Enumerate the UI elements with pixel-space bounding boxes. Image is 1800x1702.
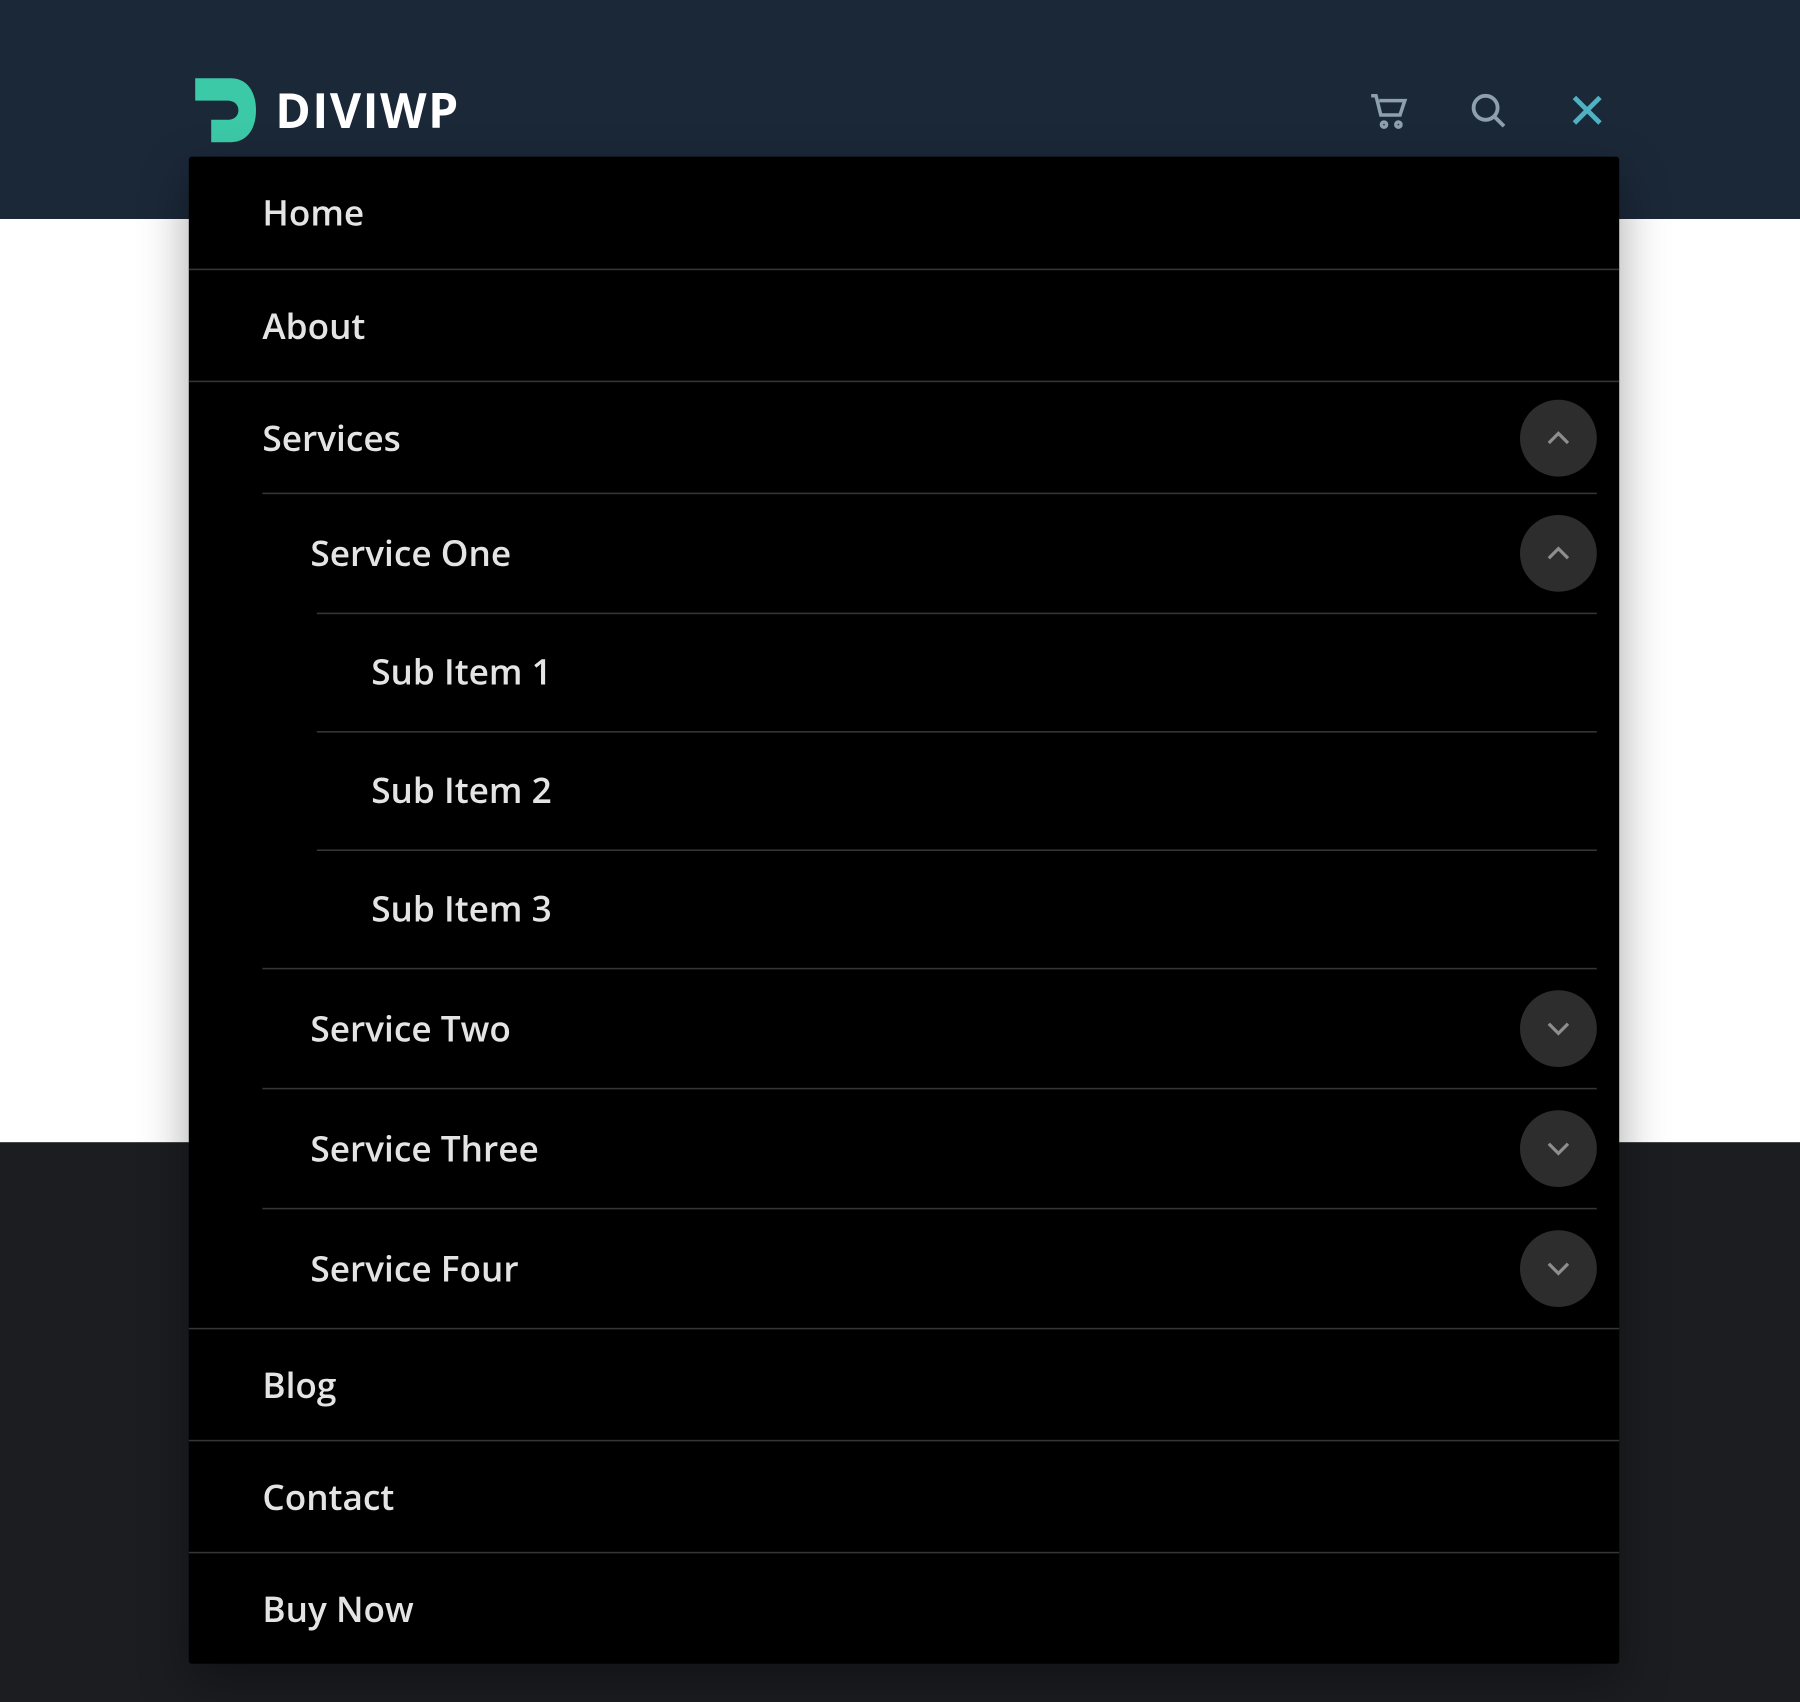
nav-item-label: About [256,301,372,349]
chevron-down-icon [1546,1020,1572,1036]
nav-item-contact[interactable]: Contact [189,1440,1619,1552]
nav-item-label: Home [256,189,371,237]
nav-item-label: Sub Item 3 [365,885,558,933]
chevron-up-icon [1546,545,1572,561]
nav-item-label: Sub Item 2 [365,766,558,814]
nav-item-label: Service Four [304,1244,525,1292]
search-icon[interactable] [1464,85,1512,133]
expand-toggle[interactable] [1520,989,1597,1066]
nav-item-sub-2[interactable]: Sub Item 2 [189,731,1619,849]
cart-icon[interactable] [1365,85,1413,133]
chevron-down-icon [1546,1260,1572,1276]
nav-item-label: Service Three [304,1124,545,1172]
nav-item-label: Service One [304,529,518,577]
nav-item-sub-1[interactable]: Sub Item 1 [189,613,1619,731]
nav-item-blog[interactable]: Blog [189,1328,1619,1440]
header-actions [1365,85,1611,133]
chevron-down-icon [1546,1140,1572,1156]
collapse-toggle[interactable] [1520,514,1597,591]
mobile-nav-menu: Home About Services Service One Sub Item… [189,157,1619,1664]
close-icon[interactable] [1563,85,1611,133]
nav-item-home[interactable]: Home [189,157,1619,269]
nav-item-label: Contact [256,1473,401,1521]
nav-item-service-three[interactable]: Service Three [189,1088,1619,1208]
nav-item-buy-now[interactable]: Buy Now [189,1552,1619,1664]
nav-item-service-one[interactable]: Service One [189,493,1619,613]
nav-item-label: Service Two [304,1004,517,1052]
nav-item-about[interactable]: About [189,269,1619,381]
app-canvas: DIVIWP [0,0,1800,1702]
expand-toggle[interactable] [1520,1229,1597,1306]
nav-item-label: Blog [256,1361,343,1409]
nav-item-services[interactable]: Services [189,381,1619,493]
collapse-toggle[interactable] [1520,399,1597,476]
logo-mark-icon [189,71,263,148]
nav-item-label: Services [256,413,407,461]
nav-item-service-four[interactable]: Service Four [189,1208,1619,1328]
chevron-up-icon [1546,429,1572,445]
nav-item-service-two[interactable]: Service Two [189,968,1619,1088]
site-logo[interactable]: DIVIWP [189,71,460,148]
nav-item-label: Sub Item 1 [365,648,558,696]
nav-item-sub-3[interactable]: Sub Item 3 [189,849,1619,967]
expand-toggle[interactable] [1520,1109,1597,1186]
logo-text: DIVIWP [275,77,460,143]
nav-item-label: Buy Now [256,1585,420,1633]
